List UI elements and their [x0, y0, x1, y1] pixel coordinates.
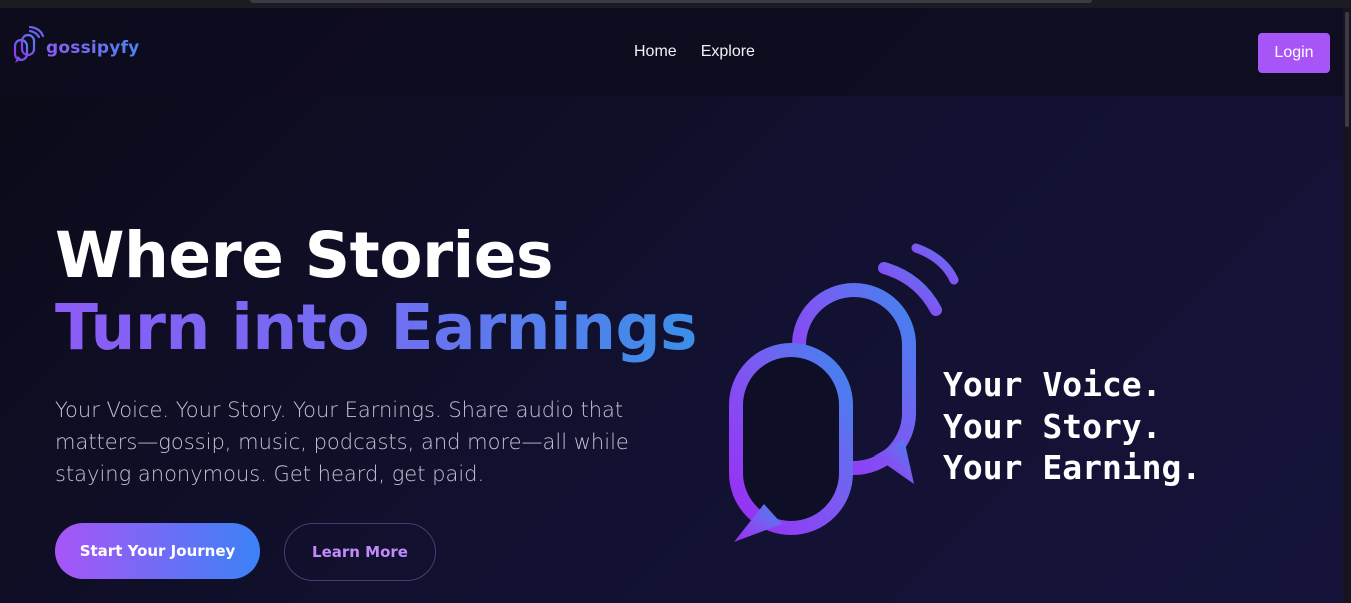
tagline-line: Your Voice. [943, 365, 1162, 404]
dual-microphone-chat-bubble-icon [724, 234, 974, 544]
landing-page: gossipyfy Home Explore Login Where Stori… [0, 8, 1343, 603]
brand-name: gossipyfy [46, 38, 140, 58]
nav-home[interactable]: Home [634, 43, 677, 61]
hero-title-line1: Where Stories [55, 219, 553, 292]
navbar: gossipyfy Home Explore Login [0, 8, 1343, 96]
browser-tab-edge [250, 0, 1092, 3]
start-journey-button[interactable]: Start Your Journey [55, 523, 260, 579]
browser-top-strip [0, 0, 1351, 8]
tagline-line: Your Earning. [943, 448, 1202, 487]
illustration-tagline: Your Voice. Your Story. Your Earning. [943, 364, 1201, 489]
scrollbar-thumb[interactable] [1345, 12, 1349, 127]
tagline-line: Your Story. [943, 406, 1162, 446]
page-scrollbar[interactable] [1343, 8, 1351, 603]
hero-title-line2: Turn into Earnings [55, 291, 698, 364]
microphone-chat-bubble-icon [12, 25, 45, 70]
hero-title: Where Stories Turn into Earnings [55, 219, 698, 364]
login-button[interactable]: Login [1258, 33, 1330, 73]
main-nav: Home Explore [634, 43, 755, 61]
nav-explore[interactable]: Explore [701, 43, 755, 61]
brand-logo-link[interactable]: gossipyfy [12, 25, 140, 70]
hero-subtitle: Your Voice. Your Story. Your Earnings. S… [55, 398, 629, 486]
learn-more-button[interactable]: Learn More [284, 523, 436, 581]
